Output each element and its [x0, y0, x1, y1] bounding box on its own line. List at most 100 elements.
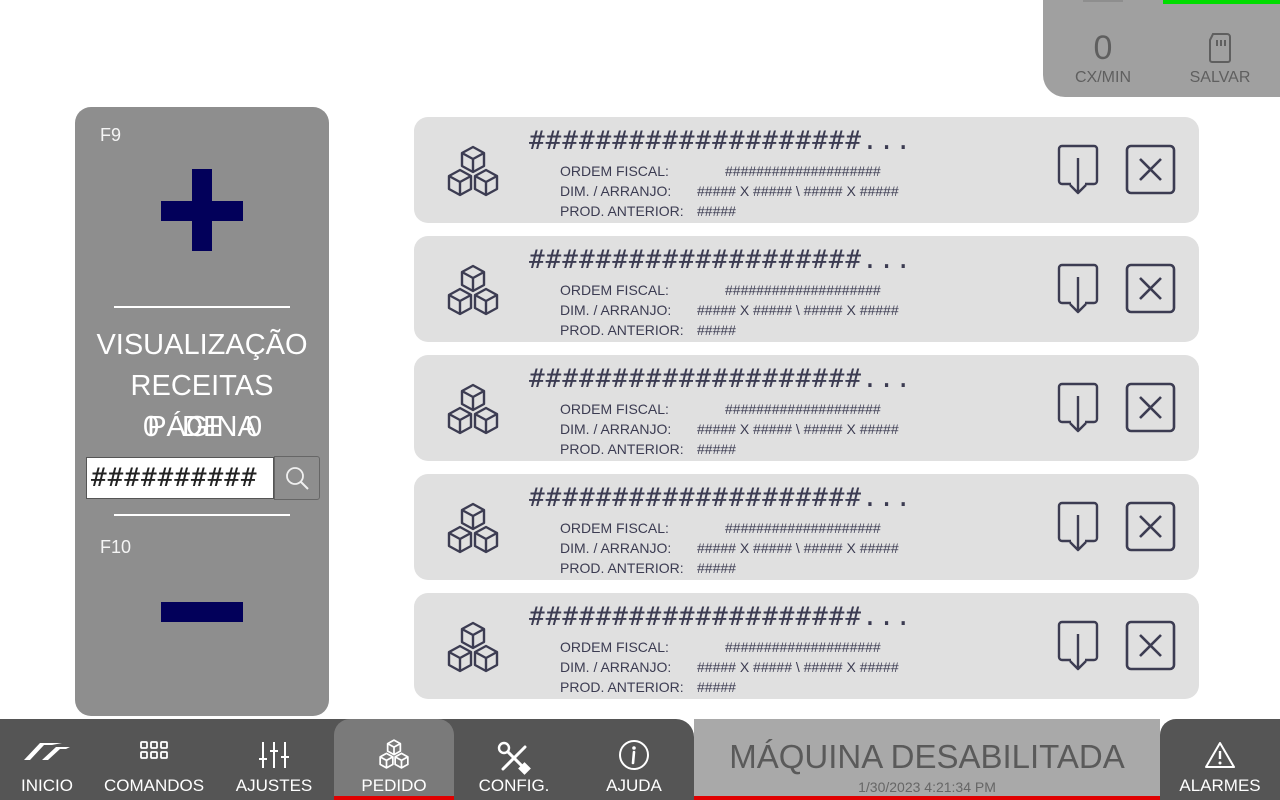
cubes-icon	[379, 739, 409, 769]
nav-inicio[interactable]: INICIO	[0, 719, 94, 800]
nav-ajustes[interactable]: AJUSTES	[214, 719, 334, 800]
rate-label: CX/MIN	[1075, 69, 1131, 86]
grid-icon	[140, 741, 168, 759]
close-icon	[1125, 620, 1176, 671]
search-icon	[286, 467, 309, 490]
previous-product-label: PROD. ANTERIOR:	[560, 203, 684, 219]
load-recipe-button[interactable]	[1057, 144, 1101, 196]
recipe-card[interactable]: ####################... ORDEM FISCAL: ##…	[414, 593, 1199, 699]
delete-recipe-button[interactable]	[1125, 144, 1177, 196]
machine-status-text: MÁQUINA DESABILITADA	[729, 738, 1125, 775]
f10-key-label: F10	[100, 537, 132, 557]
page-of-label: DE	[182, 411, 223, 443]
divider	[114, 514, 290, 516]
machine-status-bar: MÁQUINA DESABILITADA 1/30/2023 4:21:34 P…	[694, 719, 1160, 800]
fiscal-order-row: ORDEM FISCAL: ####################	[560, 518, 881, 538]
cubes-icon	[447, 621, 499, 673]
page-navigation-panel: F9 VISUALIZAÇÃO RECEITAS PÁGINA 0 DE 0 F…	[75, 107, 329, 716]
close-icon	[1125, 382, 1176, 433]
nav-config[interactable]: CONFIG.	[454, 719, 574, 800]
cubes-icon	[447, 383, 499, 435]
previous-product-value: #####	[697, 322, 736, 338]
search-button[interactable]	[274, 456, 320, 500]
fiscal-order-label: ORDEM FISCAL:	[560, 282, 669, 298]
fiscal-order-row: ORDEM FISCAL: ####################	[560, 637, 881, 657]
delete-recipe-button[interactable]	[1125, 501, 1177, 553]
dimension-value: ##### X ##### \ ##### X #####	[697, 540, 899, 556]
recipe-title: ####################...	[529, 483, 913, 513]
load-recipe-button[interactable]	[1057, 382, 1101, 434]
warning-icon	[1205, 742, 1235, 768]
search-field[interactable]	[86, 457, 274, 499]
fiscal-order-value: ####################	[725, 401, 881, 417]
dimension-label: DIM. / ARRANJO:	[560, 421, 672, 437]
recipe-title: ####################...	[529, 245, 913, 275]
dimension-value: ##### X ##### \ ##### X #####	[697, 302, 899, 318]
previous-product-row: PROD. ANTERIOR: #####	[560, 558, 736, 578]
previous-product-label: PROD. ANTERIOR:	[560, 679, 684, 695]
nav-label: AJUDA	[606, 776, 662, 795]
nav-pedido[interactable]: PEDIDO	[334, 719, 454, 800]
nav-label: AJUSTES	[235, 776, 313, 795]
previous-product-value: #####	[697, 560, 736, 576]
dimension-row: DIM. / ARRANJO: ##### X ##### \ ##### X …	[560, 300, 899, 320]
dimension-row: DIM. / ARRANJO: ##### X ##### \ ##### X …	[560, 657, 899, 677]
delete-recipe-button[interactable]	[1125, 263, 1177, 315]
fiscal-order-label: ORDEM FISCAL:	[560, 520, 669, 536]
alarms-label: ALARMES	[1179, 776, 1261, 795]
logo-icon	[24, 743, 70, 760]
load-arrow-icon	[1057, 144, 1099, 195]
cubes-icon	[447, 502, 499, 554]
status-divider	[1083, 0, 1123, 2]
delete-recipe-button[interactable]	[1125, 620, 1177, 672]
previous-product-value: #####	[697, 203, 736, 219]
previous-product-row: PROD. ANTERIOR: #####	[560, 320, 736, 340]
recipe-card[interactable]: ####################... ORDEM FISCAL: ##…	[414, 236, 1199, 342]
dimension-label: DIM. / ARRANJO:	[560, 540, 672, 556]
nav-label: CONFIG.	[478, 776, 550, 795]
close-icon	[1125, 263, 1176, 314]
dimension-value: ##### X ##### \ ##### X #####	[697, 183, 899, 199]
nav-comandos[interactable]: COMANDOS	[94, 719, 214, 800]
status-red-bar	[694, 796, 1160, 800]
recipe-card[interactable]: ####################... ORDEM FISCAL: ##…	[414, 355, 1199, 461]
nav-label: COMANDOS	[103, 776, 205, 795]
previous-product-value: #####	[697, 441, 736, 457]
save-button[interactable]: SALVAR	[1175, 30, 1265, 88]
nav-ajuda[interactable]: AJUDA	[574, 719, 694, 800]
previous-product-label: PROD. ANTERIOR:	[560, 441, 684, 457]
load-arrow-icon	[1057, 382, 1099, 433]
recipe-card[interactable]: ####################... ORDEM FISCAL: ##…	[414, 474, 1199, 580]
dimension-row: DIM. / ARRANJO: ##### X ##### \ ##### X …	[560, 181, 899, 201]
fiscal-order-value: ####################	[725, 163, 881, 179]
fiscal-order-value: ####################	[725, 282, 881, 298]
previous-product-value: #####	[697, 679, 736, 695]
close-icon	[1125, 501, 1176, 552]
close-icon	[1125, 144, 1176, 195]
load-recipe-button[interactable]	[1057, 620, 1101, 672]
load-recipe-button[interactable]	[1057, 501, 1101, 553]
sliders-icon	[259, 742, 289, 768]
next-page-button[interactable]	[161, 169, 245, 253]
load-recipe-button[interactable]	[1057, 263, 1101, 315]
previous-product-row: PROD. ANTERIOR: #####	[560, 677, 736, 697]
search-input[interactable]	[87, 458, 273, 498]
save-label: SALVAR	[1189, 69, 1251, 86]
fiscal-order-row: ORDEM FISCAL: ####################	[560, 161, 881, 181]
page-indicator: 0 DE 0	[75, 407, 329, 448]
rate-value: 0	[1093, 29, 1113, 67]
bottom-nav: INICIO COMANDOS AJUSTES PEDIDO CONFIG. A…	[0, 719, 694, 800]
dimension-value: ##### X ##### \ ##### X #####	[697, 421, 899, 437]
fiscal-order-value: ####################	[725, 520, 881, 536]
rate-display: 0 CX/MIN	[1058, 28, 1148, 88]
dimension-row: DIM. / ARRANJO: ##### X ##### \ ##### X …	[560, 419, 899, 439]
status-panel: 0 CX/MIN SALVAR	[1043, 0, 1280, 97]
delete-recipe-button[interactable]	[1125, 382, 1177, 434]
cubes-icon	[447, 264, 499, 316]
fiscal-order-label: ORDEM FISCAL:	[560, 163, 669, 179]
alarms-button[interactable]: ALARMES	[1160, 719, 1280, 800]
previous-product-label: PROD. ANTERIOR:	[560, 560, 684, 576]
recipe-title: ####################...	[529, 602, 913, 632]
recipe-card[interactable]: ####################... ORDEM FISCAL: ##…	[414, 117, 1199, 223]
previous-page-button[interactable]	[161, 597, 245, 627]
